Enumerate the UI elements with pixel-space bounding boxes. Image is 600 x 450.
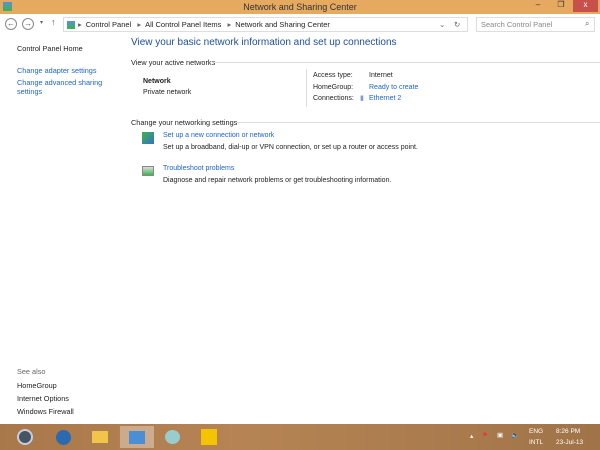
- show-hidden-icons[interactable]: ▴: [470, 432, 473, 440]
- troubleshoot-link[interactable]: Troubleshoot problems: [163, 165, 234, 172]
- browser-globe-icon[interactable]: [48, 426, 78, 448]
- forward-button[interactable]: →: [22, 18, 34, 30]
- crumb-all-items[interactable]: All Control Panel Items: [145, 20, 221, 29]
- chevron-down-icon[interactable]: ⌄: [439, 18, 445, 31]
- breadcrumb[interactable]: ▸ Control Panel ▸ All Control Panel Items …: [63, 17, 468, 32]
- divider: [306, 69, 307, 107]
- see-also-label: See also: [17, 367, 46, 376]
- start-orb-icon[interactable]: [10, 426, 40, 448]
- file-explorer-icon[interactable]: [85, 426, 115, 448]
- page-title: View your basic network information and …: [131, 37, 397, 48]
- minimize-button[interactable]: –: [528, 0, 548, 12]
- new-connection-icon: [142, 132, 154, 144]
- recent-dropdown-icon[interactable]: ▾: [40, 19, 43, 26]
- control-panel-home-link[interactable]: Control Panel Home: [17, 44, 83, 53]
- search-input[interactable]: Search Control Panel: [476, 17, 595, 32]
- ethernet-icon: ▮: [360, 95, 364, 102]
- crumb-control-panel[interactable]: Control Panel: [86, 20, 131, 29]
- windows-firewall-link[interactable]: Windows Firewall: [17, 407, 74, 416]
- clock-time[interactable]: 8:26 PM: [556, 428, 580, 435]
- change-adapter-settings-link[interactable]: Change adapter settings: [17, 66, 97, 75]
- language-line2[interactable]: INTL: [529, 439, 543, 446]
- homegroup-label: HomeGroup:: [313, 84, 354, 91]
- control-panel-icon: [67, 21, 75, 29]
- app-lion-icon[interactable]: [194, 426, 224, 448]
- network-tray-icon[interactable]: ▣: [497, 431, 503, 439]
- network-name: Network: [143, 78, 171, 85]
- connections-label: Connections:: [313, 95, 354, 102]
- address-toolbar: ← → ▾ ↑ ▸ Control Panel ▸ All Control Pane…: [0, 14, 600, 34]
- troubleshoot-desc: Diagnose and repair network problems or …: [163, 177, 392, 184]
- up-button[interactable]: ↑: [51, 17, 56, 27]
- change-settings-label: Change your networking settings: [131, 118, 238, 127]
- language-line1[interactable]: ENG: [529, 428, 543, 435]
- network-type-link[interactable]: Private network: [143, 89, 191, 96]
- taskbar: ▴ ⚑ ▣ 🔈 ENG INTL 8:26 PM 23-Jul-13: [0, 424, 600, 450]
- paint-icon[interactable]: [157, 426, 187, 448]
- action-center-icon[interactable]: ⚑: [482, 431, 488, 439]
- homegroup-ready-link[interactable]: Ready to create: [369, 84, 418, 91]
- divider: [235, 122, 600, 123]
- clock-date[interactable]: 23-Jul-13: [556, 439, 583, 446]
- homegroup-link[interactable]: HomeGroup: [17, 381, 57, 390]
- change-advanced-sharing-link[interactable]: Change advanced sharing settings: [17, 78, 112, 96]
- setup-connection-desc: Set up a broadband, dial-up or VPN conne…: [163, 144, 418, 151]
- restore-button[interactable]: ❐: [551, 0, 571, 12]
- divider: [212, 62, 600, 63]
- refresh-icon[interactable]: ↻: [454, 18, 460, 31]
- troubleshoot-icon: [142, 166, 154, 176]
- access-type-value: Internet: [369, 72, 393, 79]
- crumb-network-sharing[interactable]: Network and Sharing Center: [235, 20, 330, 29]
- back-button[interactable]: ←: [5, 18, 17, 30]
- search-icon[interactable]: ⌕: [585, 19, 589, 29]
- access-type-label: Access type:: [313, 72, 353, 79]
- setup-connection-link[interactable]: Set up a new connection or network: [163, 132, 274, 139]
- control-panel-taskbar-icon[interactable]: [120, 426, 154, 448]
- active-networks-label: View your active networks: [131, 58, 216, 67]
- internet-options-link[interactable]: Internet Options: [17, 394, 69, 403]
- ethernet-link[interactable]: Ethernet 2: [369, 95, 401, 102]
- volume-icon[interactable]: 🔈: [511, 431, 519, 439]
- window-title: Network and Sharing Center: [243, 2, 357, 12]
- title-bar: Network and Sharing Center – ❐ x: [0, 0, 600, 14]
- close-button[interactable]: x: [573, 0, 598, 12]
